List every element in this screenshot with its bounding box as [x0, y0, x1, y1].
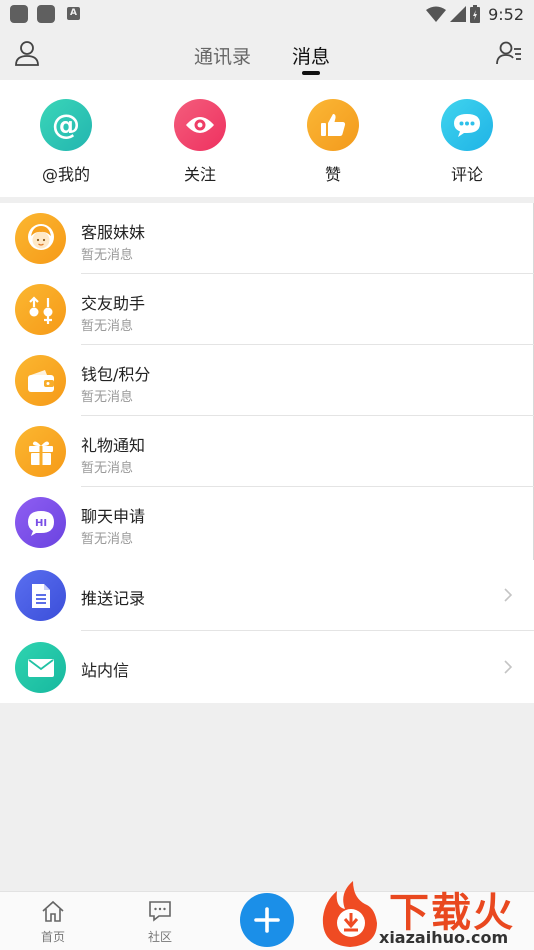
nav-label: 社区: [147, 930, 172, 944]
list-item-push-records[interactable]: 推送记录: [0, 560, 534, 631]
quick-action-label: 关注: [183, 165, 216, 184]
create-post-button[interactable]: [240, 893, 294, 947]
active-tab-indicator: [302, 71, 320, 75]
list-item-chat-request[interactable]: HI 聊天申请 暂无消息: [0, 487, 534, 558]
quick-action-label: 评论: [450, 165, 483, 184]
list-item-title: 礼物通知: [81, 436, 146, 455]
divider: [81, 630, 534, 631]
battery-charging-icon: [470, 5, 481, 23]
list-item-friend-assistant[interactable]: 交友助手 暂无消息: [0, 274, 534, 345]
profile-icon[interactable]: [14, 40, 40, 66]
status-indicators: 9:52: [426, 2, 524, 26]
svg-text:HI: HI: [34, 518, 46, 529]
list-item-customer-service[interactable]: 客服妹妹 暂无消息: [0, 203, 534, 274]
wallet-icon: [15, 355, 66, 406]
at-icon: @: [40, 99, 92, 151]
quick-action-label: 赞: [324, 165, 341, 184]
nav-home[interactable]: 首页: [23, 900, 83, 945]
list-item-site-mail[interactable]: 站内信: [0, 632, 534, 703]
chevron-right-icon: [504, 588, 513, 602]
list-item-title: 客服妹妹: [81, 223, 146, 242]
list-item-title: 推送记录: [81, 589, 146, 608]
tab-messages[interactable]: 消息: [292, 42, 330, 69]
list-item-wallet[interactable]: 钱包/积分 暂无消息: [0, 345, 534, 416]
keyboard-a-icon: A: [67, 7, 80, 20]
list-item-subtitle: 暂无消息: [81, 248, 134, 263]
link-list: 推送记录 站内信: [0, 560, 534, 703]
status-bar: A 9:52: [0, 0, 534, 28]
home-icon: [42, 900, 64, 922]
list-item-title: 交友助手: [81, 294, 146, 313]
list-item-subtitle: 暂无消息: [81, 390, 134, 405]
document-icon: [15, 570, 66, 621]
watermark-url: xiazaihuo.com: [379, 928, 509, 947]
watermark: 下载火 xiazaihuo.com: [313, 878, 534, 950]
list-item-title: 钱包/积分: [81, 365, 151, 384]
list-item-title: 聊天申请: [81, 507, 146, 526]
gift-icon: [15, 426, 66, 477]
quick-action-comments[interactable]: 评论: [427, 99, 507, 185]
quick-action-likes[interactable]: 赞: [293, 99, 373, 185]
notification-icon: [37, 5, 55, 23]
thumbs-up-icon: [307, 99, 359, 151]
friend-assistant-icon: [15, 284, 66, 335]
flame-logo-icon: [322, 881, 377, 947]
tab-contacts[interactable]: 通讯录: [194, 42, 251, 69]
clock: 9:52: [488, 4, 524, 24]
nav-community[interactable]: 社区: [130, 900, 190, 945]
chat-hi-icon: HI: [15, 497, 66, 548]
community-icon: [149, 901, 171, 922]
quick-actions: @ @我的 关注 赞 评论: [0, 80, 534, 197]
quick-action-at-me[interactable]: @ @我的: [26, 99, 106, 185]
contacts-list-icon[interactable]: [496, 40, 522, 66]
quick-action-follow[interactable]: 关注: [160, 99, 240, 185]
wifi-icon: [426, 6, 447, 22]
mail-icon: [15, 642, 66, 693]
list-item-subtitle: 暂无消息: [81, 461, 134, 476]
notification-icon: [10, 5, 28, 23]
list-item-gift-notice[interactable]: 礼物通知 暂无消息: [0, 416, 534, 487]
quick-action-label: @我的: [41, 165, 90, 184]
top-navigation: 通讯录 消息: [0, 28, 534, 80]
list-item-title: 站内信: [81, 661, 130, 680]
list-item-subtitle: 暂无消息: [81, 532, 134, 547]
cellular-signal-icon: [450, 6, 467, 22]
message-list: 客服妹妹 暂无消息 交友助手 暂无消息 钱包/积分 暂无消息 礼物通知 暂无消息…: [0, 203, 534, 560]
plus-icon: [254, 907, 280, 933]
chevron-right-icon: [504, 660, 513, 674]
service-girl-icon: [15, 213, 66, 264]
comment-icon: [441, 99, 493, 151]
nav-label: 首页: [40, 930, 65, 944]
list-item-subtitle: 暂无消息: [81, 319, 134, 334]
eye-icon: [174, 99, 226, 151]
